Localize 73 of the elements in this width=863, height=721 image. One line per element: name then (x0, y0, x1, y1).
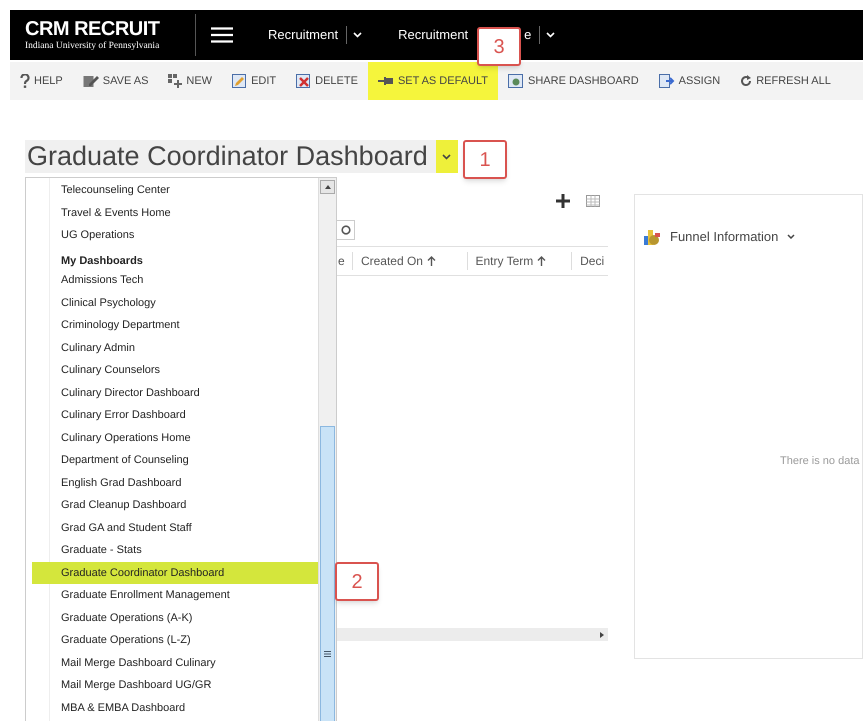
column-header[interactable]: Created On (352, 252, 466, 270)
chevron-down-icon (442, 154, 452, 160)
callout-number: 1 (463, 140, 507, 179)
dashboard-option[interactable]: MBA & EMBA Dashboard (32, 696, 318, 719)
logo-subtitle: Indiana University of Pennsylvania (25, 40, 160, 52)
nav-link[interactable]: Recruitment (268, 25, 338, 45)
callout-number: 2 (335, 562, 379, 601)
dashboard-option[interactable]: UG Operations (32, 224, 318, 246)
dashboard-option[interactable]: Criminology Department (32, 314, 318, 336)
chart-icon (643, 228, 661, 246)
dashboard-option[interactable]: Mail Merge Dashboard Culinary (32, 652, 318, 674)
dashboard-option[interactable]: Department of Counseling (32, 449, 318, 472)
pin-icon (378, 76, 394, 86)
toolbar-button[interactable]: REFRESH ALL (730, 62, 841, 100)
scroll-right-icon[interactable] (600, 632, 604, 638)
grip-icon (324, 651, 331, 657)
dashboard-option[interactable]: Admissions Tech (32, 269, 318, 292)
toolbar-button[interactable]: SET AS DEFAULT (368, 62, 498, 100)
logo[interactable]: CRM RECRUIT (25, 18, 195, 40)
plus-icon[interactable] (556, 194, 570, 208)
dashboard-option[interactable]: Grad Cleanup Dashboard (32, 494, 318, 516)
nav-link-fragment[interactable]: e (524, 25, 532, 45)
dashboard-dropdown-button[interactable] (436, 140, 458, 173)
grid-view-icon[interactable] (586, 195, 600, 207)
assign-icon (658, 74, 675, 88)
dashboard-option[interactable]: Graduate Enrollment Management (32, 584, 318, 606)
dashboard-option[interactable]: Culinary Counselors (32, 359, 318, 382)
menu-icon (211, 27, 233, 43)
dashboard-option[interactable]: Clinical Psychology (32, 292, 318, 314)
column-header[interactable]: Entry Term (466, 252, 572, 270)
dashboard-option[interactable]: Culinary Admin (32, 336, 318, 359)
dashboard-option[interactable]: English Grad Dashboard (32, 472, 318, 494)
sort-up-icon (426, 256, 436, 266)
scroll-up-icon (324, 185, 330, 189)
dashboard-option[interactable]: Mail Merge Dashboard UG/GR (32, 674, 318, 696)
dashboard-option[interactable]: Telecounseling Center (32, 179, 318, 202)
dashboard-option[interactable]: Culinary Operations Home (32, 426, 318, 449)
toolbar-button[interactable]: SAVE AS (72, 62, 158, 100)
refresh-icon (740, 75, 752, 87)
toolbar-button[interactable]: ASSIGN (648, 62, 730, 100)
dashboard-option[interactable]: Graduate Coordinator Dashboard (32, 562, 318, 584)
edit-icon (232, 74, 248, 88)
sort-up-icon (537, 256, 546, 266)
dashboard-option[interactable]: Graduate Operations (L-Z) (32, 629, 318, 652)
scroll-thumb[interactable] (320, 426, 335, 721)
dashboard-title: Graduate Coordinator Dashboard (26, 140, 429, 173)
help-icon (20, 74, 30, 88)
search-icon (341, 225, 351, 235)
horizontal-scrollbar[interactable] (336, 628, 608, 641)
share-icon (508, 74, 524, 88)
chart-title[interactable]: Funnel Information (670, 227, 778, 246)
pencil-icon (82, 74, 99, 88)
toolbar-button[interactable]: DELETE (286, 62, 368, 100)
toolbar-button[interactable]: NEW (158, 62, 222, 100)
dashboard-option[interactable]: Graduate - Stats (32, 539, 318, 562)
dashboard-option[interactable]: Graduate Operations (A-K) (32, 606, 318, 629)
toolbar-button[interactable]: EDIT (222, 62, 286, 100)
dashboard-option[interactable]: Culinary Director Dashboard (32, 382, 318, 404)
chevron-down-icon[interactable] (787, 234, 796, 240)
nav-link[interactable]: Recruitment (398, 25, 468, 45)
toolbar-button[interactable]: HELP (10, 62, 73, 100)
new-icon (168, 74, 182, 88)
empty-message: There is no data (780, 454, 860, 469)
menu-button[interactable] (211, 27, 233, 43)
delete-icon (296, 74, 312, 88)
section-heading: My Dashboards (60, 254, 144, 268)
callout-number: 3 (477, 27, 521, 66)
column-header[interactable]: Deci (571, 252, 608, 270)
dashboard-option[interactable]: Culinary Error Dashboard (32, 404, 318, 426)
vertical-scrollbar[interactable] (318, 178, 336, 721)
scroll-up-button[interactable] (320, 180, 335, 194)
dashboard-option[interactable]: Grad GA and Student Staff (32, 516, 318, 539)
dashboard-option[interactable]: Travel & Events Home (32, 202, 318, 224)
